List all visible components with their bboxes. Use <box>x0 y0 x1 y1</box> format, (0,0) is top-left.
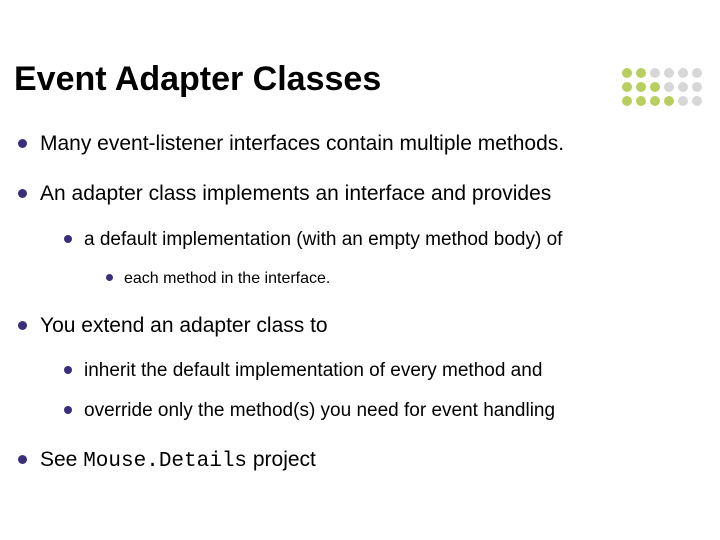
slide-title: Event Adapter Classes <box>14 60 381 99</box>
bullet-3-1: inherit the default implementation of ev… <box>40 358 706 384</box>
bullet-3-2-text: override only the method(s) you need for… <box>84 400 555 421</box>
dot-icon <box>636 82 646 92</box>
dot-icon <box>622 96 632 106</box>
dot-icon <box>650 82 660 92</box>
bullet-2-1-1: each method in the interface. <box>84 268 706 290</box>
bullet-1-text: Many event-listener interfaces contain m… <box>40 132 564 155</box>
bullet-4-pre: See <box>40 448 83 471</box>
dot-icon <box>636 96 646 106</box>
bullet-4: See Mouse.Details project <box>14 446 706 476</box>
dot-icon <box>650 96 660 106</box>
bullet-2-1-text: a default implementation (with an empty … <box>84 229 562 250</box>
bullet-3-text: You extend an adapter class to <box>40 314 328 337</box>
dot-icon <box>678 96 688 106</box>
bullet-4-code: Mouse.Details <box>83 450 247 473</box>
dot-icon <box>678 82 688 92</box>
dot-icon <box>664 82 674 92</box>
dot-icon <box>636 68 646 78</box>
bullet-3-1-text: inherit the default implementation of ev… <box>84 360 542 381</box>
dot-icon <box>622 82 632 92</box>
dot-icon <box>622 68 632 78</box>
dot-icon <box>692 96 702 106</box>
dot-icon <box>692 82 702 92</box>
bullet-1: Many event-listener interfaces contain m… <box>14 130 706 158</box>
bullet-2-text: An adapter class implements an interface… <box>40 182 551 205</box>
bullet-2: An adapter class implements an interface… <box>14 180 706 290</box>
dot-icon <box>664 96 674 106</box>
dot-icon <box>678 68 688 78</box>
decorative-dot-grid <box>622 68 702 106</box>
bullet-3-2: override only the method(s) you need for… <box>40 398 706 424</box>
dot-icon <box>650 68 660 78</box>
slide-body: Many event-listener interfaces contain m… <box>14 130 706 498</box>
bullet-2-1: a default implementation (with an empty … <box>40 227 706 290</box>
bullet-2-1-1-text: each method in the interface. <box>124 270 330 287</box>
dot-icon <box>692 68 702 78</box>
bullet-4-post: project <box>247 448 316 471</box>
dot-icon <box>664 68 674 78</box>
bullet-3: You extend an adapter class to inherit t… <box>14 312 706 424</box>
